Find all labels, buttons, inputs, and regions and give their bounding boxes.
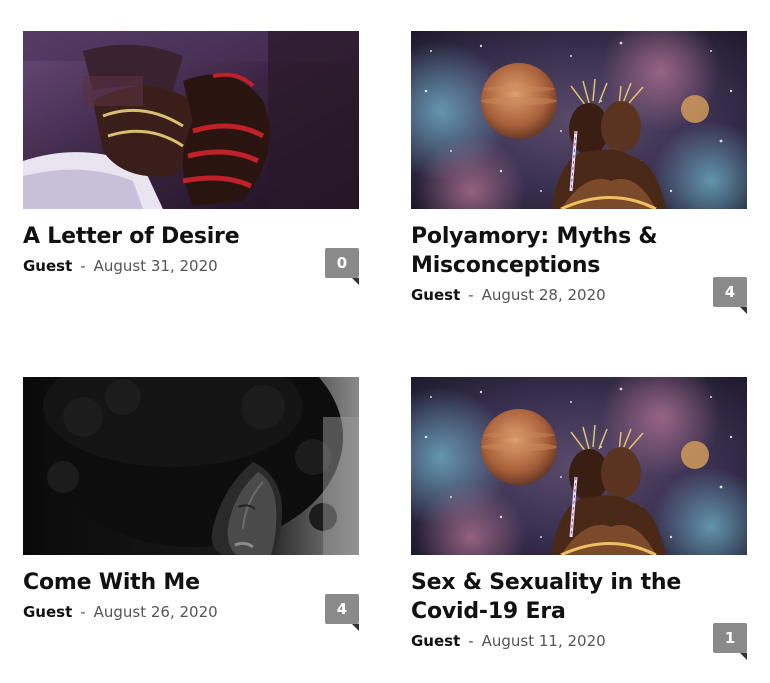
comment-count-badge[interactable]: 4 [325, 594, 359, 631]
post-date: August 11, 2020 [481, 632, 606, 650]
post-thumbnail[interactable] [411, 377, 747, 555]
meta-separator: - [468, 633, 474, 650]
meta-separator: - [468, 287, 474, 304]
comment-count-badge[interactable]: 4 [713, 277, 747, 314]
post-meta: Guest - August 31, 2020 0 [23, 248, 359, 285]
post-author[interactable]: Guest [23, 257, 72, 275]
meta-separator: - [80, 604, 86, 621]
post-card: Sex & Sexuality in the Covid-19 Era Gues… [411, 377, 747, 660]
post-author[interactable]: Guest [23, 603, 72, 621]
bound-figure-illustration [23, 31, 359, 209]
post-author[interactable]: Guest [411, 286, 460, 304]
post-title[interactable]: Sex & Sexuality in the Covid-19 Era [411, 568, 747, 626]
post-title[interactable]: A Letter of Desire [23, 222, 359, 251]
post-card: Polyamory: Myths & Misconceptions Guest -… [411, 31, 747, 314]
post-title[interactable]: Come With Me [23, 568, 359, 597]
comment-count-badge[interactable]: 1 [713, 623, 747, 660]
post-meta: Guest - August 26, 2020 4 [23, 594, 359, 631]
cosmic-couple-illustration [411, 31, 747, 209]
post-author[interactable]: Guest [411, 632, 460, 650]
cosmic-couple-illustration [411, 377, 747, 555]
post-meta: Guest - August 11, 2020 1 [411, 623, 747, 660]
post-date: August 26, 2020 [93, 603, 218, 621]
post-title[interactable]: Polyamory: Myths & Misconceptions [411, 222, 747, 280]
comment-count-badge[interactable]: 0 [325, 248, 359, 285]
post-date: August 28, 2020 [481, 286, 606, 304]
post-meta: Guest - August 28, 2020 4 [411, 277, 747, 314]
post-date: August 31, 2020 [93, 257, 218, 275]
post-thumbnail[interactable] [23, 31, 359, 209]
post-card: Come With Me Guest - August 26, 2020 4 [23, 377, 359, 631]
afro-woman-photo [23, 377, 359, 555]
meta-separator: - [80, 258, 86, 275]
post-thumbnail[interactable] [23, 377, 359, 555]
post-card: A Letter of Desire Guest - August 31, 2020… [23, 31, 359, 285]
post-thumbnail[interactable] [411, 31, 747, 209]
